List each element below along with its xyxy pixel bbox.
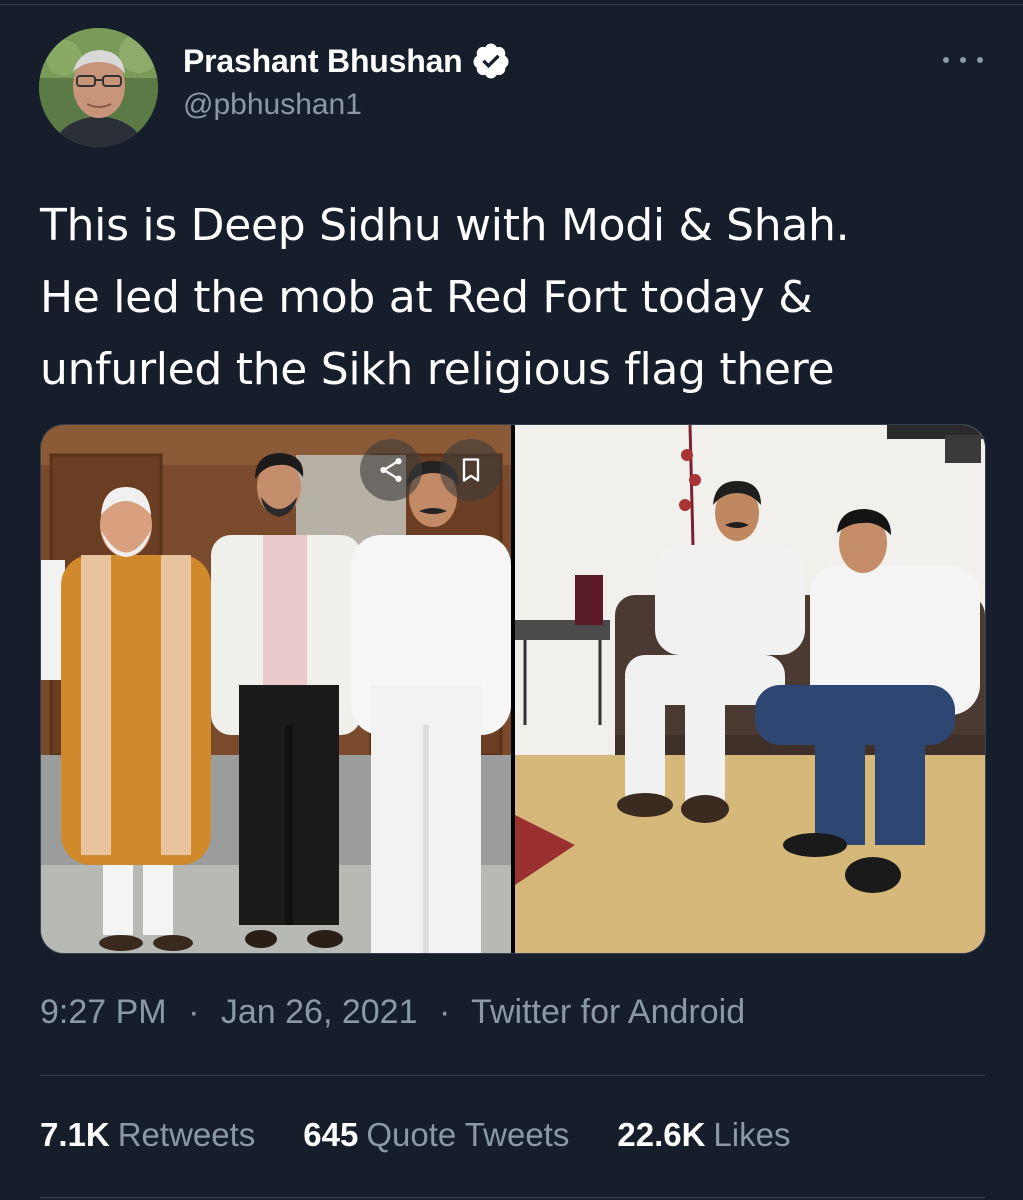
likes-label: Likes	[713, 1116, 791, 1153]
more-horizontal-icon[interactable]	[943, 48, 983, 72]
retweets-count: 7.1K	[40, 1116, 110, 1153]
retweets-label: Retweets	[117, 1116, 256, 1153]
author-name[interactable]: Prashant Bhushan	[183, 43, 463, 80]
divider	[40, 1075, 985, 1076]
quote-tweets-label: Quote Tweets	[366, 1116, 570, 1153]
tweet-date[interactable]: Jan 26, 2021	[221, 993, 418, 1031]
retweets-stat[interactable]: 7.1K Retweets	[40, 1116, 255, 1154]
meta-separator: ·	[438, 993, 451, 1031]
tweet-stats: 7.1K Retweets 645 Quote Tweets 22.6K Likes	[40, 1116, 838, 1154]
tweet-text: This is Deep Sidhu with Modi & Shah. He …	[40, 190, 1000, 406]
author-line[interactable]: Prashant Bhushan	[183, 41, 511, 81]
quote-tweets-count: 645	[303, 1116, 359, 1153]
tweet-detail: Prashant Bhushan @pbhushan1 This is Deep…	[0, 0, 1023, 1200]
bookmark-icon[interactable]	[440, 439, 502, 501]
quote-tweets-stat[interactable]: 645 Quote Tweets	[303, 1116, 569, 1154]
tweet-text-line: He led the mob at Red Fort today &	[40, 272, 813, 323]
more-dot	[977, 57, 983, 63]
avatar[interactable]	[39, 28, 158, 147]
author-handle[interactable]: @pbhushan1	[183, 88, 362, 122]
tweet-media	[40, 424, 986, 954]
tweet-text-line: unfurled the Sikh religious flag there	[40, 344, 835, 395]
more-dot	[960, 57, 966, 63]
verified-badge-icon	[471, 41, 511, 81]
tweet-text-line: This is Deep Sidhu with Modi & Shah.	[40, 200, 850, 251]
divider	[40, 1197, 985, 1198]
tweet-photo[interactable]	[515, 425, 985, 953]
meta-separator: ·	[188, 993, 200, 1031]
share-icon[interactable]	[360, 439, 422, 501]
likes-stat[interactable]: 22.6K Likes	[617, 1116, 790, 1154]
tweet-source[interactable]: Twitter for Android	[471, 993, 745, 1031]
tweet-photo[interactable]	[41, 425, 511, 953]
more-dot	[943, 57, 949, 63]
likes-count: 22.6K	[617, 1116, 706, 1153]
tweet-time[interactable]: 9:27 PM	[40, 993, 167, 1031]
tweet-meta: 9:27 PM · Jan 26, 2021 · Twitter for And…	[40, 993, 745, 1032]
